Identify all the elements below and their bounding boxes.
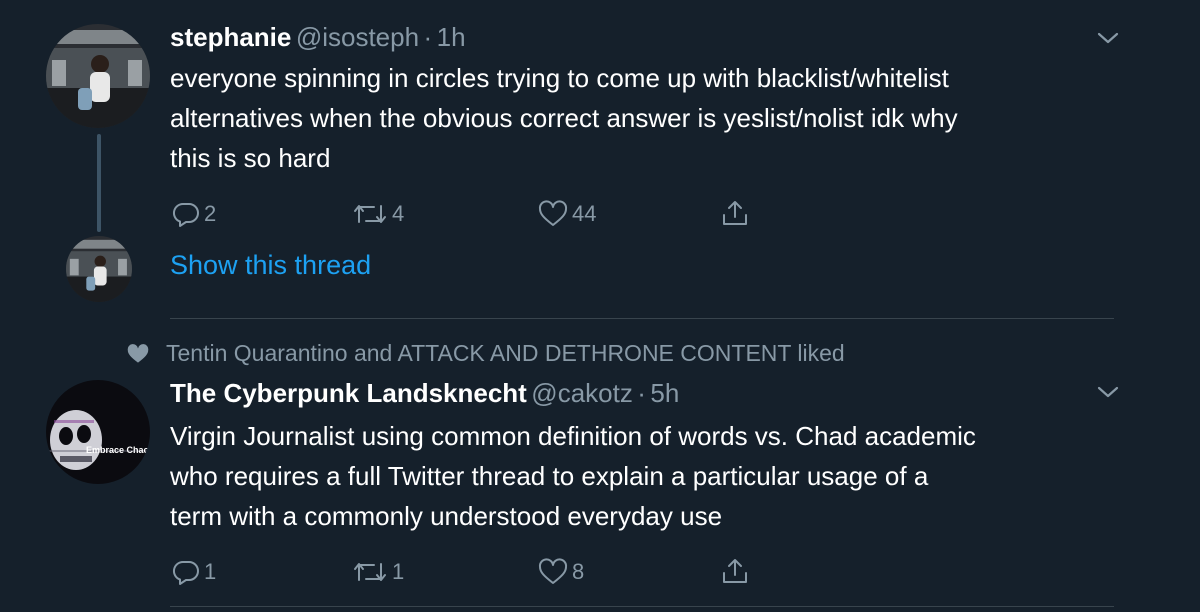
like-button[interactable]: 8 [538,558,584,586]
display-name[interactable]: The Cyberpunk Landsknecht [170,378,527,408]
chevron-down-icon[interactable] [1096,380,1120,404]
retweet-icon [354,205,386,223]
tweet-header: stephanie @isosteph · 1h [170,22,466,57]
retweet-count: 1 [392,559,405,584]
share-icon [723,559,747,583]
handle[interactable]: @isosteph [296,22,419,52]
reply-icon [172,202,199,227]
reply-count: 2 [204,201,217,226]
retweet-icon [354,563,386,581]
avatar-cyberpunk-landsknecht[interactable]: Embrace Chaos [46,380,150,484]
timestamp[interactable]: 5h [650,378,679,408]
share-button[interactable] [720,198,750,228]
chevron-down-icon[interactable] [1096,26,1120,50]
thread-connector-line [97,134,101,232]
divider [170,318,1114,319]
like-button[interactable]: 44 [538,200,596,228]
like-icon [538,200,568,226]
avatar-text: Embrace Chaos [86,445,150,455]
like-icon [538,558,568,584]
tweet-header: The Cyberpunk Landsknecht @cakotz · 5h [170,378,679,413]
avatar-stephanie-small[interactable] [66,236,132,302]
handle[interactable]: @cakotz [531,378,633,408]
share-icon [723,201,747,225]
heart-filled-icon [127,343,149,363]
social-context-text[interactable]: Tentin Quarantino and ATTACK AND DETHRON… [166,340,845,367]
social-context: Tentin Quarantino and ATTACK AND DETHRON… [126,340,845,367]
avatar-photo [66,236,132,302]
separator: · [423,22,433,52]
display-name[interactable]: stephanie [170,22,291,52]
reply-button[interactable]: 2 [172,200,216,228]
retweet-count: 4 [392,201,405,226]
show-thread-link[interactable]: Show this thread [170,250,371,281]
share-button[interactable] [720,556,750,586]
tweet-text: everyone spinning in circles trying to c… [170,63,958,173]
reply-icon [172,560,199,585]
like-count: 8 [572,559,585,584]
reply-count: 1 [204,559,217,584]
avatar-stephanie[interactable] [46,24,150,128]
retweet-button[interactable]: 4 [352,200,404,228]
tweet-text: Virgin Journalist using common definitio… [170,421,976,531]
timestamp[interactable]: 1h [437,22,466,52]
separator: · [637,378,646,408]
avatar-skull-image: Embrace Chaos [46,380,150,484]
divider [170,606,1114,607]
avatar-photo [46,24,150,128]
reply-button[interactable]: 1 [172,558,216,586]
retweet-button[interactable]: 1 [352,558,404,586]
like-count: 44 [572,201,597,226]
